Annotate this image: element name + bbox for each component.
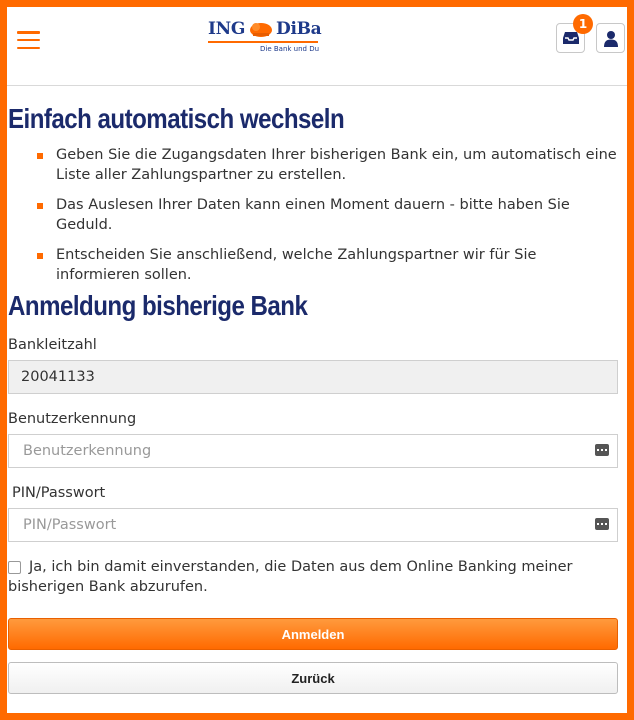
list-item: Entscheiden Sie anschließend, welche Zah… bbox=[8, 245, 618, 285]
bankleitzahl-label: Bankleitzahl bbox=[8, 337, 97, 353]
consent-checkbox[interactable] bbox=[8, 561, 21, 574]
pin-input[interactable] bbox=[21, 516, 565, 534]
keyboard-icon[interactable] bbox=[595, 444, 609, 456]
bankleitzahl-field: 20041133 bbox=[8, 360, 618, 394]
page-title: Einfach automatisch wechseln bbox=[8, 103, 345, 134]
pin-label: PIN/Passwort bbox=[12, 485, 106, 501]
bullet-text: Das Auslesen Ihrer Daten kann einen Mome… bbox=[56, 197, 570, 233]
lion-logo-icon bbox=[250, 23, 272, 37]
logo-text-diba: DiBa bbox=[276, 19, 322, 39]
user-button[interactable] bbox=[596, 23, 625, 53]
zurueck-button[interactable]: Zurück bbox=[8, 662, 618, 694]
bullet-square-icon bbox=[37, 203, 43, 209]
notification-badge: 1 bbox=[573, 14, 593, 34]
hamburger-menu-icon[interactable] bbox=[17, 31, 40, 49]
list-item: Das Auslesen Ihrer Daten kann einen Mome… bbox=[8, 195, 618, 235]
bullet-text: Geben Sie die Zugangsdaten Ihrer bisheri… bbox=[56, 147, 617, 183]
logo-text-ing: ING bbox=[208, 19, 246, 39]
bullet-text: Entscheiden Sie anschließend, welche Zah… bbox=[56, 247, 537, 283]
list-item: Geben Sie die Zugangsdaten Ihrer bisheri… bbox=[8, 145, 618, 185]
inbox-icon bbox=[562, 32, 579, 44]
benutzerkennung-field-wrapper bbox=[8, 434, 618, 468]
bullet-square-icon bbox=[37, 153, 43, 159]
keyboard-icon[interactable] bbox=[595, 518, 609, 530]
bullet-square-icon bbox=[37, 253, 43, 259]
bankleitzahl-value: 20041133 bbox=[21, 369, 95, 385]
app-header: ING DiBa Die Bank und Du 1 bbox=[7, 7, 627, 86]
logo-underline bbox=[208, 41, 318, 43]
login-section-title: Anmeldung bisherige Bank bbox=[8, 290, 308, 321]
anmelden-button[interactable]: Anmelden bbox=[8, 618, 618, 650]
benutzerkennung-input[interactable] bbox=[21, 442, 565, 460]
pin-field-wrapper bbox=[8, 508, 618, 542]
ing-diba-logo[interactable]: ING DiBa Die Bank und Du bbox=[208, 19, 328, 59]
user-icon bbox=[603, 30, 618, 47]
info-bullet-list: Geben Sie die Zugangsdaten Ihrer bisheri… bbox=[8, 145, 618, 295]
consent-row: Ja, ich bin damit einverstanden, die Dat… bbox=[8, 557, 618, 597]
benutzerkennung-label: Benutzerkennung bbox=[8, 411, 137, 427]
logo-tagline: Die Bank und Du bbox=[260, 45, 320, 53]
consent-text[interactable]: Ja, ich bin damit einverstanden, die Dat… bbox=[8, 557, 618, 597]
